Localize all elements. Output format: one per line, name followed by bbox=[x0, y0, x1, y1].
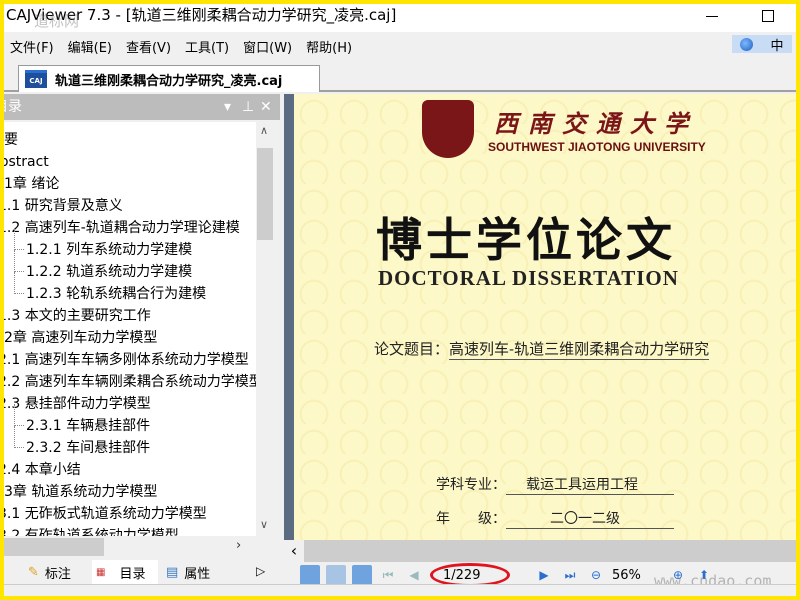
maximize-icon bbox=[762, 10, 774, 22]
university-name-en: SOUTHWEST JIAOTONG UNIVERSITY bbox=[488, 140, 706, 154]
tree-connector bbox=[14, 272, 24, 294]
toc-item[interactable]: 摘要 bbox=[4, 130, 18, 150]
grade-label: 年 级： bbox=[436, 511, 506, 527]
toc-panel-title: 目录 bbox=[4, 99, 22, 115]
toc-item[interactable]: 1.2.2 轨道系统动力学建模 bbox=[26, 262, 192, 282]
zoom-out-icon[interactable]: ⊖ bbox=[586, 565, 606, 585]
tab-scroll-right-icon[interactable]: ▷ bbox=[256, 564, 265, 578]
toc-item[interactable]: 2.3.1 车辆悬挂部件 bbox=[26, 416, 150, 436]
toc-icon: ▦ bbox=[96, 566, 106, 578]
watermark-top: 道标网 bbox=[34, 12, 80, 30]
toc-item[interactable]: 2.1 高速列车车辆多刚体系统动力学模型 bbox=[4, 350, 249, 370]
tree-connector bbox=[14, 426, 24, 448]
scroll-thumb[interactable] bbox=[257, 148, 273, 240]
toc-item[interactable]: 2.4 本章小结 bbox=[4, 460, 81, 480]
menu-bar: 文件(F) 编辑(E) 查看(V) 工具(T) 窗口(W) 帮助(H) bbox=[4, 32, 796, 60]
toc-item[interactable]: 第1章 绪论 bbox=[4, 174, 59, 194]
thesis-title-row: 论文题目：高速列车-轨道三维刚柔耦合动力学研究 bbox=[374, 338, 710, 360]
tab-label: 目录 bbox=[119, 566, 146, 582]
document-tab-label: 轨道三维刚柔耦合动力学研究_凌亮.caj bbox=[55, 73, 283, 89]
tree-connector bbox=[14, 228, 24, 250]
globe-icon bbox=[740, 37, 754, 51]
menu-window[interactable]: 窗口(W) bbox=[243, 37, 292, 56]
toc-panel-header: 目录 ▾ ⊥ ✕ bbox=[4, 94, 280, 120]
single-page-icon[interactable] bbox=[300, 565, 320, 585]
pin-icon[interactable]: ⊥ bbox=[242, 94, 254, 120]
caj-file-icon: CAJ bbox=[25, 70, 47, 88]
scroll-down-icon[interactable]: ∨ bbox=[260, 518, 268, 531]
university-seal-logo bbox=[422, 100, 474, 158]
thesis-title-label: 论文题目： bbox=[374, 340, 450, 358]
toc-tree: 摘要Abstract第1章 绪论1.1 研究背景及意义1.2 高速列车-轨道耦合… bbox=[4, 122, 256, 536]
properties-icon: ▤ bbox=[166, 564, 179, 580]
university-name-cn: 西南交通大学 bbox=[494, 109, 698, 138]
tree-connector bbox=[14, 404, 24, 426]
major-row: 学科专业： 载运工具运用工程 bbox=[436, 474, 674, 495]
maximize-button[interactable] bbox=[746, 4, 790, 28]
document-page: 西南交通大学 SOUTHWEST JIAOTONG UNIVERSITY 博士学… bbox=[294, 94, 796, 540]
tab-properties[interactable]: ▤ 属性 bbox=[160, 560, 228, 584]
tab-label: 标注 bbox=[44, 566, 71, 582]
scroll-up-icon[interactable]: ∧ bbox=[260, 124, 268, 137]
dropdown-icon[interactable]: ▾ bbox=[224, 94, 231, 120]
document-tab-bar: CAJ 轨道三维刚柔耦合动力学研究_凌亮.caj bbox=[4, 62, 796, 92]
toc-item[interactable]: 第3章 轨道系统动力学模型 bbox=[4, 482, 157, 502]
grade-value: 二〇一二级 bbox=[506, 508, 674, 529]
scroll-left-icon[interactable]: ‹ bbox=[284, 540, 304, 562]
scroll-right-icon[interactable]: › bbox=[236, 538, 241, 553]
ime-indicator[interactable]: 中 bbox=[732, 35, 792, 54]
horizontal-scroll-thumb[interactable] bbox=[4, 538, 104, 556]
toc-item[interactable]: 2.3 悬挂部件动力学模型 bbox=[4, 394, 151, 414]
toc-item[interactable]: Abstract bbox=[4, 152, 49, 172]
toc-item[interactable]: 3.1 无砟板式轨道系统动力学模型 bbox=[4, 504, 207, 524]
tab-toc[interactable]: ▦ 目录 bbox=[92, 560, 158, 584]
toc-item[interactable]: 第2章 高速列车动力学模型 bbox=[4, 328, 157, 348]
toc-item[interactable]: 1.3 本文的主要研究工作 bbox=[4, 306, 151, 326]
previous-page-icon[interactable]: ◀ bbox=[404, 565, 424, 585]
major-label: 学科专业： bbox=[436, 477, 506, 493]
minimize-button[interactable] bbox=[690, 4, 734, 28]
major-value: 载运工具运用工程 bbox=[506, 474, 674, 495]
toc-item[interactable]: 1.2 高速列车-轨道耦合动力学理论建模 bbox=[4, 218, 240, 238]
toc-vertical-scrollbar[interactable]: ∧ ∨ bbox=[256, 122, 274, 536]
first-page-icon[interactable]: ⏮ bbox=[378, 565, 398, 585]
title-bar: CAJViewer 7.3 - [轨道三维刚柔耦合动力学研究_凌亮.caj] 道… bbox=[4, 4, 796, 32]
toc-item[interactable]: 1.2.3 轮轨系统耦合行为建模 bbox=[26, 284, 206, 304]
tree-connector bbox=[14, 250, 24, 272]
menu-tools[interactable]: 工具(T) bbox=[185, 37, 229, 56]
tab-annotations[interactable]: ✎ 标注 bbox=[12, 560, 90, 584]
title-en: DOCTORAL DISSERTATION bbox=[378, 266, 679, 290]
facing-page-icon[interactable] bbox=[352, 565, 372, 585]
toc-item[interactable]: 1.1 研究背景及意义 bbox=[4, 196, 123, 216]
document-tab[interactable]: CAJ 轨道三维刚柔耦合动力学研究_凌亮.caj bbox=[18, 65, 320, 92]
toc-item[interactable]: 2.2 高速列车车辆刚柔耦合系统动力学模型 bbox=[4, 372, 256, 392]
title-cn: 博士学位论文 bbox=[376, 213, 676, 267]
ime-label: 中 bbox=[770, 38, 784, 54]
tab-label: 属性 bbox=[184, 566, 211, 582]
panel-tabs: ✎ 标注 ▦ 目录 ▤ 属性 ▷ bbox=[4, 560, 280, 586]
menu-edit[interactable]: 编辑(E) bbox=[68, 37, 112, 56]
document-horizontal-scrollbar[interactable]: ‹ bbox=[284, 540, 796, 562]
pencil-icon: ✎ bbox=[28, 564, 39, 580]
toc-item[interactable]: 3.2 有砟轨道系统动力学模型 bbox=[4, 526, 179, 536]
status-bar bbox=[4, 584, 796, 596]
toc-item[interactable]: 1.2.1 列车系统动力学建模 bbox=[26, 240, 192, 260]
page-margin bbox=[284, 94, 294, 540]
minimize-icon bbox=[706, 15, 718, 17]
continuous-page-icon[interactable] bbox=[326, 565, 346, 585]
document-view: 西南交通大学 SOUTHWEST JIAOTONG UNIVERSITY 博士学… bbox=[284, 94, 796, 596]
next-page-icon[interactable]: ▶ bbox=[534, 565, 554, 585]
toc-panel: 目录 ▾ ⊥ ✕ 摘要Abstract第1章 绪论1.1 研究背景及意义1.2 … bbox=[4, 94, 280, 584]
thesis-title-value: 高速列车-轨道三维刚柔耦合动力学研究 bbox=[449, 340, 710, 360]
toc-horizontal-scrollbar[interactable]: › bbox=[4, 536, 274, 558]
toc-item[interactable]: 2.3.2 车间悬挂部件 bbox=[26, 438, 150, 458]
menu-help[interactable]: 帮助(H) bbox=[306, 37, 352, 56]
menu-view[interactable]: 查看(V) bbox=[126, 37, 171, 56]
grade-row: 年 级： 二〇一二级 bbox=[436, 508, 674, 529]
menu-file[interactable]: 文件(F) bbox=[10, 37, 54, 56]
last-page-icon[interactable]: ⏭ bbox=[560, 565, 580, 585]
page-number: 1/229 bbox=[443, 567, 481, 583]
close-icon[interactable]: ✕ bbox=[260, 94, 272, 120]
